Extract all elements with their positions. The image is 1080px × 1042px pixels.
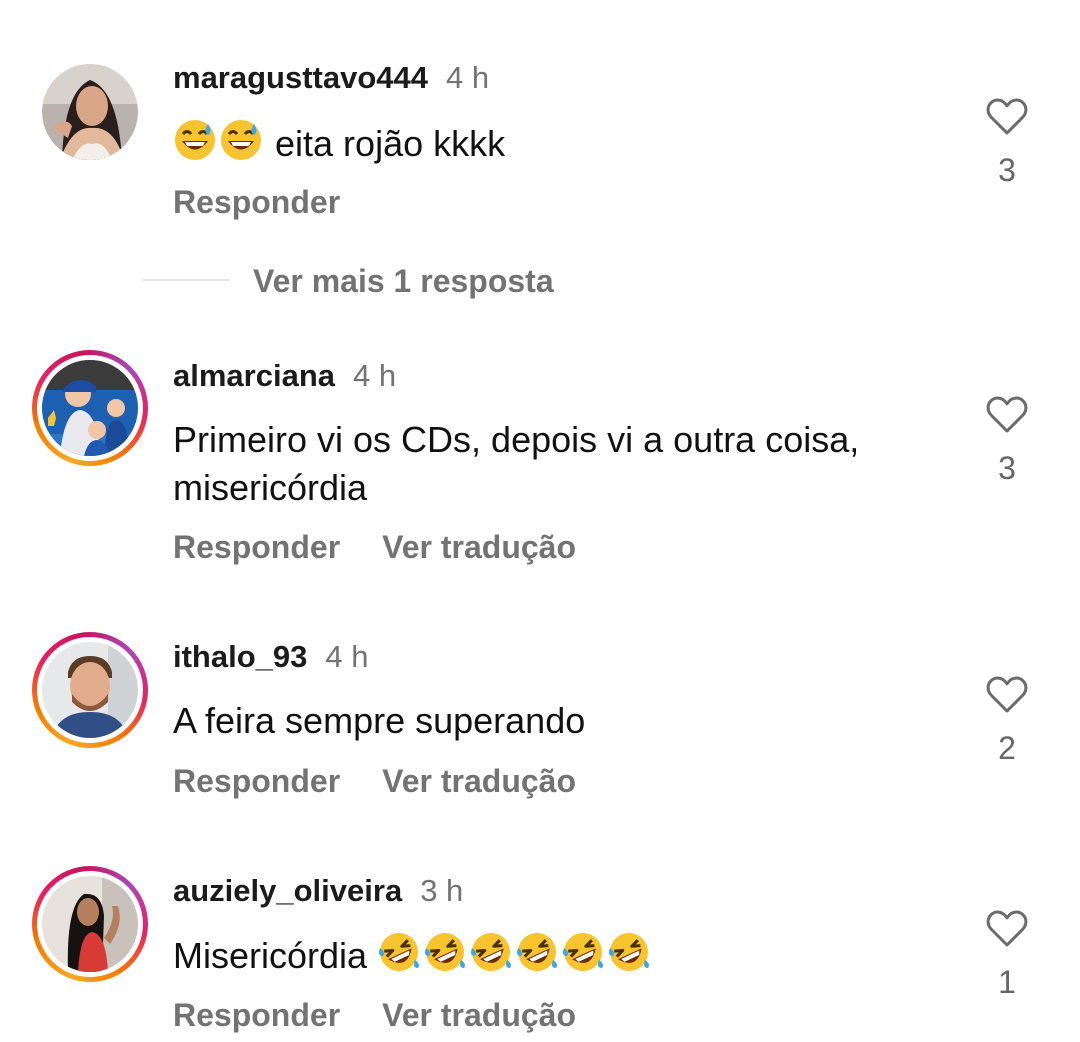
rolling-on-floor-laughing-emoji-icon (515, 930, 559, 986)
heart-outline-icon[interactable] (986, 676, 1028, 714)
see-translation-button[interactable]: Ver tradução (382, 763, 576, 799)
rolling-on-floor-laughing-emoji-icon (469, 930, 513, 986)
comment-header: almarciana 4 h (173, 358, 396, 394)
like-count: 1 (998, 964, 1016, 1000)
comment-actions: Responder (173, 183, 340, 221)
profile-photo-icon (42, 876, 138, 972)
reply-button[interactable]: Responder (173, 184, 340, 220)
profile-photo-icon (42, 360, 138, 456)
grinning-sweat-emoji-icon (219, 118, 263, 174)
replies-divider (143, 279, 230, 281)
comment-text-content: Misericórdia (173, 935, 368, 976)
avatar[interactable] (32, 866, 148, 982)
comment-header: auziely_oliveira 3 h (173, 873, 463, 909)
comment-time: 4 h (446, 60, 490, 95)
emoji-group (377, 933, 653, 976)
comment-header: maragusttavo444 4 h (173, 60, 489, 96)
comment-time: 4 h (325, 639, 369, 674)
reply-button[interactable]: Responder (173, 763, 340, 799)
heart-outline-icon[interactable] (986, 396, 1028, 434)
reply-button[interactable]: Responder (173, 529, 340, 565)
story-ring (37, 637, 143, 743)
see-translation-button[interactable]: Ver tradução (382, 997, 576, 1033)
comment-header: ithalo_93 4 h (173, 639, 369, 675)
rolling-on-floor-laughing-emoji-icon (607, 930, 651, 986)
reply-button[interactable]: Responder (173, 997, 340, 1033)
username-link[interactable]: almarciana (173, 358, 335, 393)
view-more-replies-button[interactable]: Ver mais 1 resposta (253, 262, 554, 300)
story-ring (37, 355, 143, 461)
avatar[interactable] (32, 632, 148, 748)
comment-time: 4 h (353, 358, 397, 393)
view-more-replies: Ver mais 1 resposta (0, 258, 1080, 304)
username-link[interactable]: maragusttavo444 (173, 60, 428, 95)
comment-text: Misericórdia (173, 930, 933, 986)
story-ring (37, 871, 143, 977)
comment-time: 3 h (420, 873, 464, 908)
heart-outline-icon[interactable] (986, 98, 1028, 136)
like-control: 1 (980, 910, 1034, 1000)
comment-text: eita rojão kkkk (173, 118, 933, 174)
avatar[interactable] (32, 350, 148, 466)
username-link[interactable]: auziely_oliveira (173, 873, 402, 908)
profile-photo-icon (42, 64, 138, 160)
rolling-on-floor-laughing-emoji-icon (377, 930, 421, 986)
like-control: 2 (980, 676, 1034, 766)
like-control: 3 (980, 396, 1034, 486)
comment-text: Primeiro vi os CDs, depois vi a outra co… (173, 419, 860, 508)
profile-photo-icon (42, 642, 138, 738)
like-control: 3 (980, 98, 1034, 188)
comment-actions: Responder Ver tradução (173, 762, 576, 800)
like-count: 2 (998, 730, 1016, 766)
rolling-on-floor-laughing-emoji-icon (561, 930, 605, 986)
comment-text: A feira sempre superando (173, 700, 586, 741)
rolling-on-floor-laughing-emoji-icon (423, 930, 467, 986)
avatar[interactable] (42, 64, 138, 160)
heart-outline-icon[interactable] (986, 910, 1028, 948)
username-link[interactable]: ithalo_93 (173, 639, 307, 674)
see-translation-button[interactable]: Ver tradução (382, 529, 576, 565)
like-count: 3 (998, 450, 1016, 486)
like-count: 3 (998, 152, 1016, 188)
comment-actions: Responder Ver tradução (173, 996, 576, 1034)
grinning-sweat-emoji-icon (173, 118, 217, 174)
comment-text-content: eita rojão kkkk (275, 123, 506, 164)
comment-actions: Responder Ver tradução (173, 528, 576, 566)
